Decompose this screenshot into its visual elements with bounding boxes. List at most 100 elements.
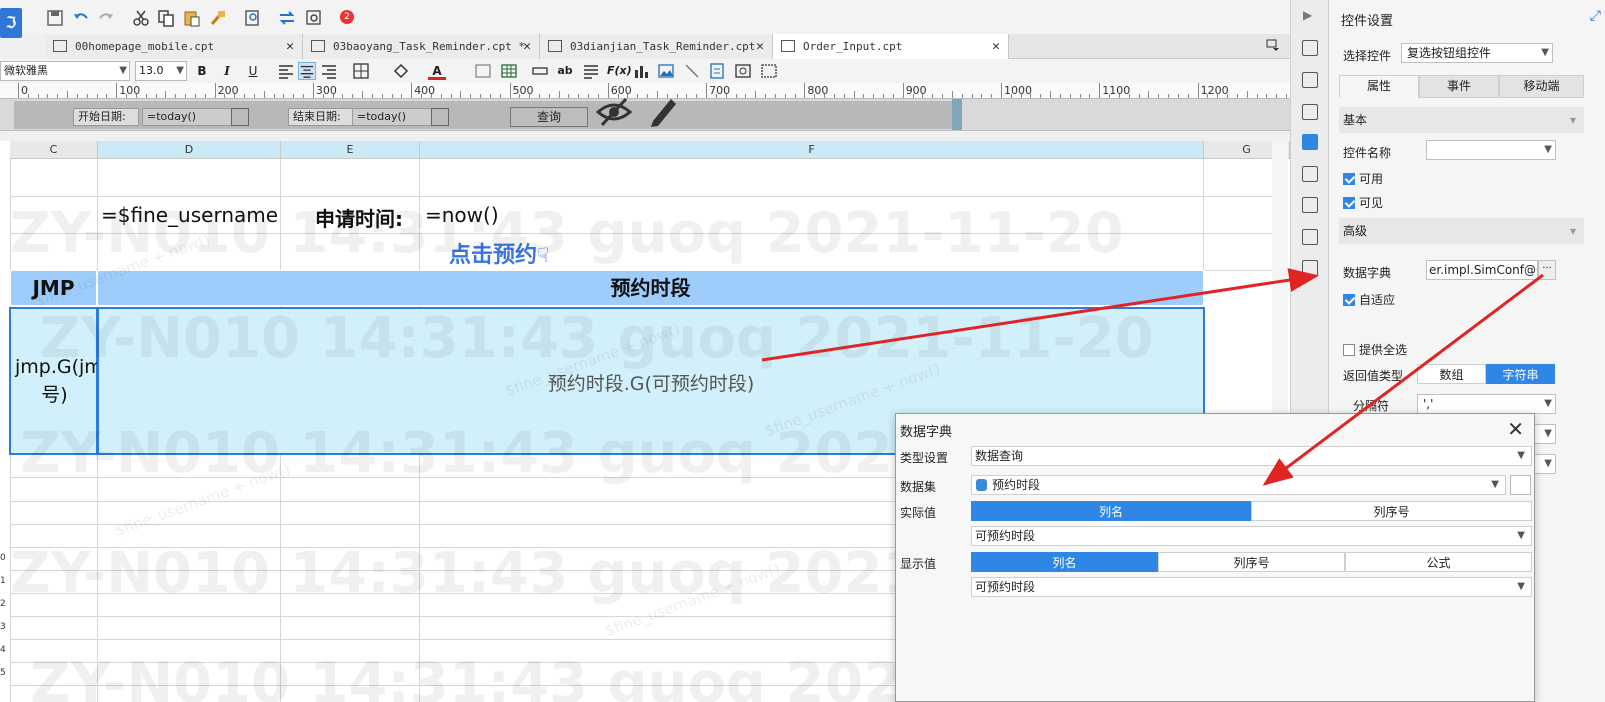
tab-list-icon[interactable] <box>1266 38 1280 52</box>
cell-element-icon[interactable] <box>1302 40 1318 56</box>
visible-checkbox[interactable]: 可见 <box>1343 194 1383 211</box>
chart-icon[interactable] <box>632 62 650 80</box>
cell-now-formula[interactable]: =now() <box>425 203 499 227</box>
copy-icon[interactable] <box>157 9 175 27</box>
end-date-input[interactable]: =today() <box>352 108 434 126</box>
tab-homepage-mobile[interactable]: 00homepage_mobile.cpt ✕ <box>45 34 303 59</box>
display-formula-option[interactable]: 公式 <box>1345 552 1532 572</box>
close-tab-icon[interactable]: ✕ <box>523 34 531 59</box>
section-basic[interactable]: 基本 ▾ <box>1339 107 1584 133</box>
cell-attribute-icon[interactable] <box>1302 72 1318 88</box>
actual-column-name-option[interactable]: 列名 <box>971 501 1251 521</box>
formula-button[interactable]: F(x) <box>607 62 632 80</box>
column-header-d[interactable]: D <box>98 141 281 159</box>
tab-events[interactable]: 事件 <box>1419 75 1499 98</box>
cell-apply-time-label[interactable]: 申请时间: <box>315 203 403 232</box>
adaptive-checkbox[interactable]: 自适应 <box>1343 291 1395 308</box>
enabled-checkbox[interactable]: 可用 <box>1343 170 1383 187</box>
close-tab-icon[interactable]: ✕ <box>992 34 1000 59</box>
bold-button[interactable]: B <box>193 62 211 80</box>
return-type-string[interactable]: 字符串 <box>1486 364 1555 384</box>
save-icon[interactable] <box>46 9 64 27</box>
hyperlink-icon[interactable] <box>1302 197 1318 213</box>
align-right-icon[interactable] <box>320 62 338 80</box>
calendar-icon[interactable] <box>431 108 449 126</box>
edit-pencil-icon[interactable] <box>647 93 679 127</box>
return-type-array[interactable]: 数组 <box>1417 364 1486 384</box>
italic-button[interactable]: I <box>218 62 236 80</box>
fill-color-icon[interactable] <box>392 62 410 80</box>
collapse-panel-icon[interactable]: ⤢ <box>1590 8 1601 24</box>
close-tab-icon[interactable]: ✕ <box>286 34 294 59</box>
display-value-select[interactable]: 可预约时段 ▼ <box>971 577 1532 597</box>
close-icon[interactable]: ✕ <box>1507 417 1524 441</box>
text-widget-button[interactable]: ab <box>556 62 574 80</box>
slash-icon[interactable] <box>683 62 701 80</box>
table-icon[interactable] <box>500 62 518 80</box>
paste-icon[interactable] <box>183 9 201 27</box>
query-button[interactable]: 查询 <box>510 107 588 127</box>
flash-icon[interactable] <box>734 62 752 80</box>
reserve-link[interactable]: 点击预约☟ <box>449 237 549 269</box>
condition-attribute-icon[interactable] <box>1302 166 1318 182</box>
row-number[interactable]: 0 <box>0 553 10 563</box>
preview-dataset-icon[interactable] <box>1510 475 1531 495</box>
image-icon[interactable] <box>657 62 675 80</box>
redo-icon[interactable] <box>97 9 115 27</box>
font-family-select[interactable]: 微软雅黑 ▼ <box>0 61 130 81</box>
control-name-input[interactable]: ▼ <box>1426 140 1556 160</box>
section-advanced[interactable]: 高级 ▾ <box>1339 218 1584 244</box>
pane-resize-handle[interactable] <box>952 99 962 130</box>
close-tab-icon[interactable]: ✕ <box>756 34 764 59</box>
align-center-icon[interactable] <box>298 62 316 80</box>
more-options-icon[interactable]: ··· <box>1538 260 1556 280</box>
subreport-icon[interactable] <box>708 62 726 80</box>
actual-column-index-option[interactable]: 列序号 <box>1251 501 1532 521</box>
row-number[interactable]: 2 <box>0 599 10 609</box>
select-control-combo[interactable]: 复选按钮组控件 ▼ <box>1401 43 1553 63</box>
merge-cells-icon[interactable] <box>474 62 492 80</box>
paragraph-icon[interactable] <box>582 62 600 80</box>
tab-properties[interactable]: 属性 <box>1339 75 1419 98</box>
tab-mobile[interactable]: 移动端 <box>1499 75 1584 98</box>
find-icon[interactable] <box>244 9 262 27</box>
calendar-icon[interactable] <box>231 108 249 126</box>
column-header-e[interactable]: E <box>281 141 420 159</box>
separator-input[interactable]: ',' ▼ <box>1417 394 1556 414</box>
align-left-icon[interactable] <box>277 62 295 80</box>
widget-settings-icon[interactable] <box>1302 134 1318 150</box>
dataset-select[interactable]: 预约时段 ▼ <box>971 475 1506 495</box>
select-all-checkbox[interactable]: 提供全选 <box>1343 341 1407 358</box>
border-icon[interactable] <box>352 62 370 80</box>
structure-icon[interactable] <box>1302 260 1318 276</box>
column-header-c[interactable]: C <box>10 141 98 159</box>
cell-jmp-data[interactable]: jmp.G(jmp号) <box>9 307 115 455</box>
app-logo-icon[interactable]: ℑ <box>0 8 22 38</box>
cell-username-formula[interactable]: =$fine_username <box>101 203 278 227</box>
header-slot-cell[interactable]: 预约时段 <box>97 270 1204 306</box>
actual-value-select[interactable]: 可预约时段 ▼ <box>971 526 1532 546</box>
frame-icon[interactable] <box>760 62 778 80</box>
data-column-icon[interactable] <box>1302 229 1318 245</box>
display-column-name-option[interactable]: 列名 <box>971 552 1158 572</box>
row-number[interactable]: 3 <box>0 622 10 632</box>
notification-badge[interactable]: 2 <box>340 10 354 24</box>
swap-icon[interactable] <box>278 9 296 27</box>
font-size-select[interactable]: 13.0 ▼ <box>135 61 187 81</box>
text-field-icon[interactable] <box>531 62 549 80</box>
cut-icon[interactable] <box>132 9 150 27</box>
tab-order-input[interactable]: Order_Input.cpt ✕ <box>773 34 1009 59</box>
row-number[interactable]: 1 <box>0 576 10 586</box>
display-column-index-option[interactable]: 列序号 <box>1158 552 1345 572</box>
tab-dianjian-task-reminder[interactable]: 03dianjian_Task_Reminder.cpt ✕ <box>540 34 773 59</box>
hide-eye-icon[interactable] <box>596 95 632 127</box>
column-header-f[interactable]: F <box>420 141 1204 159</box>
chevron-right-icon[interactable]: ▶ <box>1303 8 1312 22</box>
start-date-input[interactable]: =today() <box>142 108 234 126</box>
header-jmp-cell[interactable]: JMP <box>10 270 97 306</box>
underline-button[interactable]: U <box>244 62 262 80</box>
font-color-button[interactable]: A <box>428 62 446 80</box>
type-setting-select[interactable]: 数据查询 ▼ <box>971 446 1532 466</box>
undo-icon[interactable] <box>72 9 90 27</box>
tab-baoyang-task-reminder[interactable]: 03baoyang_Task_Reminder.cpt * ✕ <box>303 34 540 59</box>
